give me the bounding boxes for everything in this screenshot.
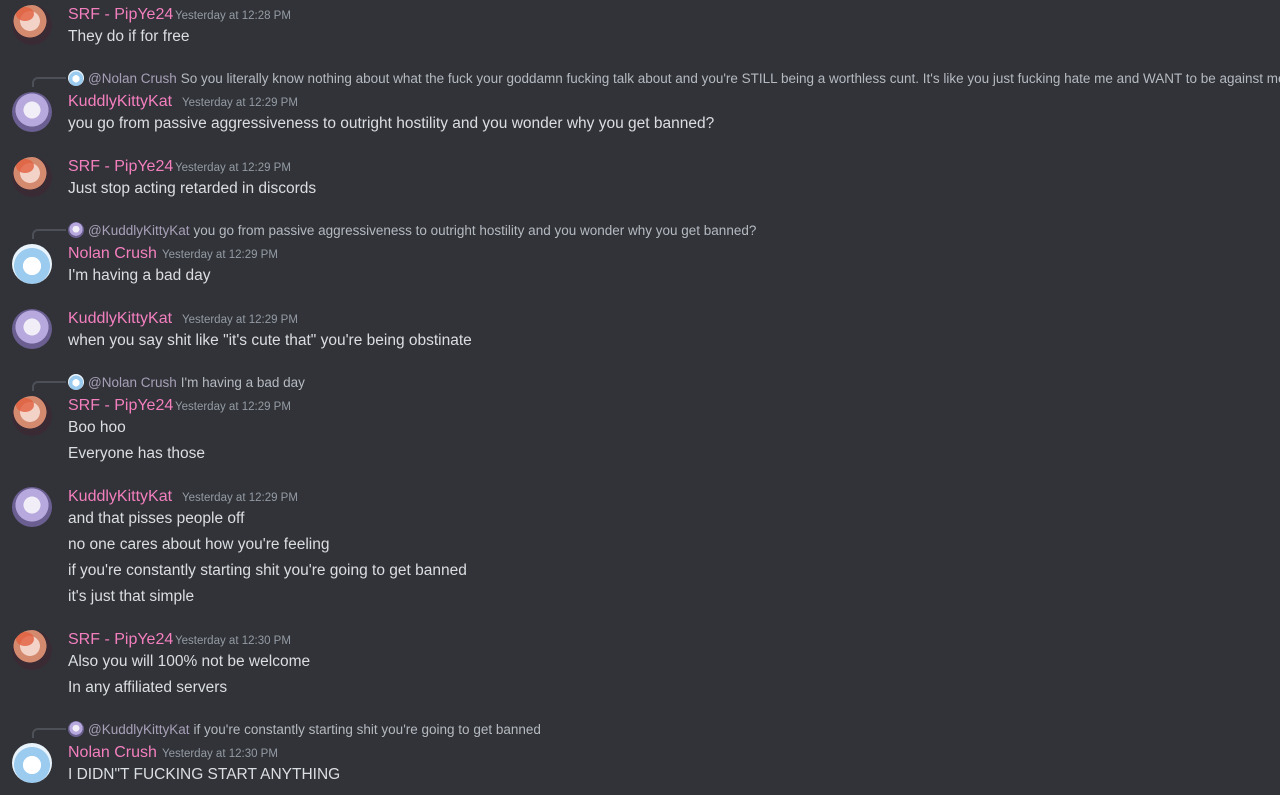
reply-avatar — [68, 222, 84, 238]
reply-preview[interactable]: @Nolan Crush I'm having a bad day — [68, 374, 305, 390]
timestamp: Yesterday at 12:29 PM — [162, 249, 278, 261]
username[interactable]: SRF - PipYe24 — [68, 6, 173, 24]
reply-spine — [32, 229, 66, 239]
reply-author[interactable]: @Nolan Crush — [88, 71, 177, 86]
username[interactable]: KuddlyKittyKat — [68, 488, 172, 506]
avatar[interactable] — [12, 487, 52, 527]
avatar[interactable] — [12, 244, 52, 284]
reply-spine — [32, 77, 66, 87]
message-text: I'm having a bad day — [68, 267, 211, 284]
avatar[interactable] — [12, 157, 52, 197]
username[interactable]: Nolan Crush — [68, 245, 157, 263]
reply-text: I'm having a bad day — [180, 374, 305, 390]
username[interactable]: SRF - PipYe24 — [68, 631, 173, 649]
avatar[interactable] — [12, 630, 52, 670]
reply-author[interactable]: @Nolan Crush — [88, 375, 177, 390]
timestamp: Yesterday at 12:30 PM — [175, 635, 291, 647]
reply-preview[interactable]: @Nolan Crush So you literally know nothi… — [68, 70, 1280, 86]
message-text: and that pisses people off — [68, 510, 245, 527]
reply-avatar — [68, 70, 84, 86]
reply-spine — [32, 728, 66, 738]
reply-spine — [32, 381, 66, 391]
timestamp: Yesterday at 12:30 PM — [162, 748, 278, 760]
reply-text: if you're constantly starting shit you'r… — [193, 721, 541, 737]
username[interactable]: KuddlyKittyKat — [68, 310, 172, 328]
avatar[interactable] — [12, 743, 52, 783]
message-text: it's just that simple — [68, 588, 195, 605]
reply-author[interactable]: @KuddlyKittyKat — [88, 722, 190, 737]
message-text: Everyone has those — [68, 445, 206, 462]
reply-preview[interactable]: @KuddlyKittyKat if you're constantly sta… — [68, 721, 541, 737]
username[interactable]: SRF - PipYe24 — [68, 158, 173, 176]
reply-preview[interactable]: @KuddlyKittyKat you go from passive aggr… — [68, 222, 756, 238]
message-text: when you say shit like "it's cute that" … — [68, 332, 472, 349]
message-text: In any affiliated servers — [68, 679, 228, 696]
timestamp: Yesterday at 12:29 PM — [175, 401, 291, 413]
message-feed: SRF - PipYe24 Yesterday at 12:28 PM They… — [0, 0, 1280, 795]
username[interactable]: Nolan Crush — [68, 744, 157, 762]
reply-text: So you literally know nothing about what… — [180, 70, 1280, 86]
username[interactable]: KuddlyKittyKat — [68, 93, 172, 111]
timestamp: Yesterday at 12:29 PM — [182, 492, 298, 504]
timestamp: Yesterday at 12:29 PM — [182, 314, 298, 326]
timestamp: Yesterday at 12:29 PM — [182, 97, 298, 109]
avatar[interactable] — [12, 309, 52, 349]
message-text: Boo hoo — [68, 419, 126, 436]
message-text: Just stop acting retarded in discords — [68, 180, 317, 197]
avatar[interactable] — [12, 5, 52, 45]
reply-avatar — [68, 721, 84, 737]
message-text: I DIDN"T FUCKING START ANYTHING — [68, 766, 341, 783]
message-text: They do if for free — [68, 28, 190, 45]
timestamp: Yesterday at 12:29 PM — [175, 162, 291, 174]
reply-text: you go from passive aggressiveness to ou… — [193, 222, 757, 238]
message-text: no one cares about how you're feeling — [68, 536, 330, 553]
reply-avatar — [68, 374, 84, 390]
message-text: if you're constantly starting shit you'r… — [68, 562, 467, 579]
message-text: Also you will 100% not be welcome — [68, 653, 311, 670]
message-text: you go from passive aggressiveness to ou… — [68, 115, 715, 132]
avatar[interactable] — [12, 92, 52, 132]
reply-author[interactable]: @KuddlyKittyKat — [88, 223, 190, 238]
timestamp: Yesterday at 12:28 PM — [175, 10, 291, 22]
avatar[interactable] — [12, 396, 52, 436]
username[interactable]: SRF - PipYe24 — [68, 397, 173, 415]
